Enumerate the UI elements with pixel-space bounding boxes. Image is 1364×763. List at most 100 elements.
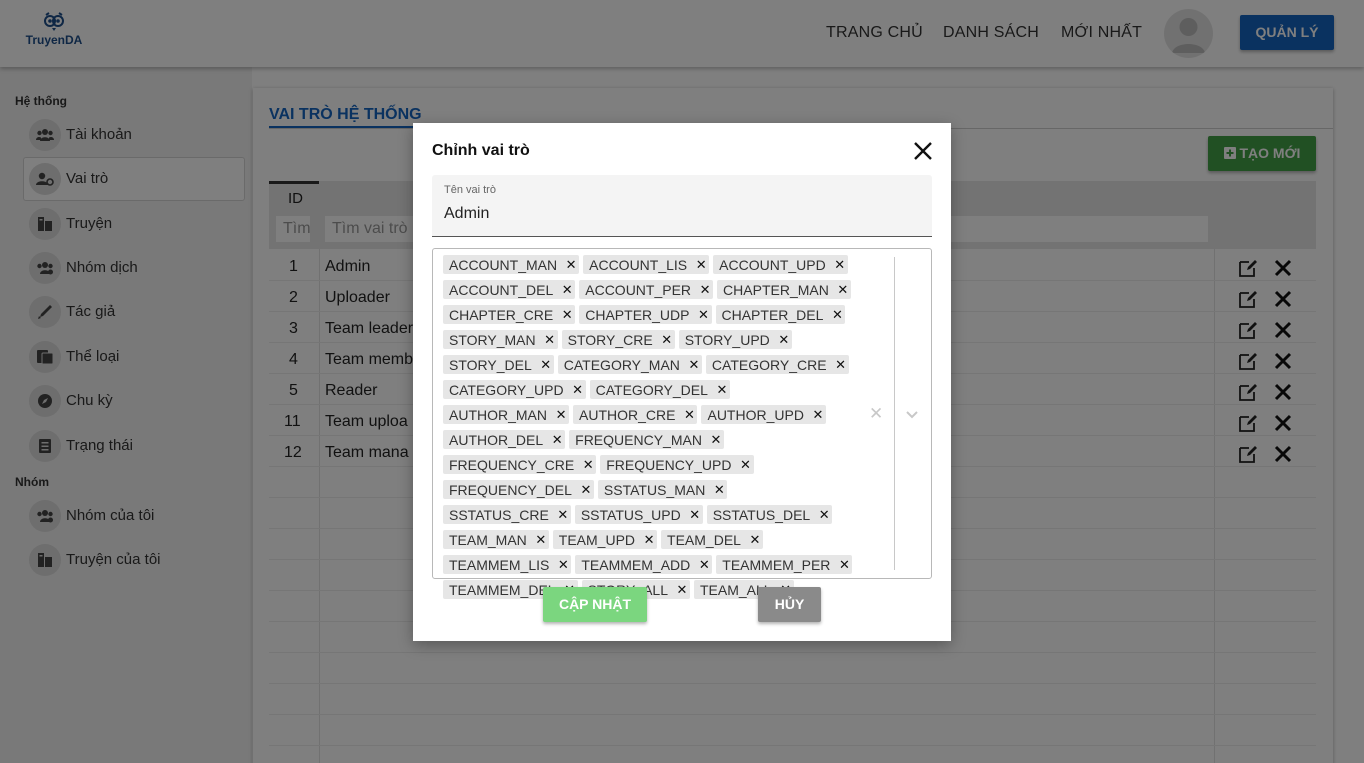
remove-chip-icon[interactable]: ✕	[708, 432, 724, 448]
remove-chip-icon[interactable]: ✕	[711, 482, 727, 498]
permission-chip-label: STORY_MAN	[449, 331, 536, 348]
permission-chip: FREQUENCY_UPD ✕	[600, 455, 754, 474]
remove-chip-icon[interactable]: ✕	[696, 557, 712, 573]
remove-chip-icon[interactable]: ✕	[714, 382, 730, 398]
permission-chip: SSTATUS_DEL ✕	[706, 505, 833, 524]
permission-chip-label: CATEGORY_MAN	[563, 356, 680, 373]
permission-chip-label: TEAM_UPD	[558, 531, 636, 548]
permission-chip-label: STORY_UPD	[684, 331, 770, 348]
permission-chip-label: FREQUENCY_MAN	[575, 431, 702, 448]
permission-chip-label: CHAPTER_MAN	[723, 281, 829, 298]
permission-chip-label: STORY_DEL	[449, 356, 532, 373]
remove-chip-icon[interactable]: ✕	[829, 307, 845, 323]
permission-chip-label: AUTHOR_MAN	[449, 406, 548, 423]
permission-chip-label: CATEGORY_DEL	[595, 381, 708, 398]
remove-chip-icon[interactable]: ✕	[747, 532, 763, 548]
permission-chip: STORY_UPD ✕	[678, 330, 792, 349]
indicator-separator	[894, 257, 895, 570]
permission-chip: ACCOUNT_DEL ✕	[443, 280, 576, 299]
permission-chip: CHAPTER_DEL ✕	[715, 305, 846, 324]
remove-chip-icon[interactable]: ✕	[674, 582, 690, 598]
permission-chip-label: FREQUENCY_CRE	[449, 456, 575, 473]
chevron-down-icon[interactable]	[904, 406, 920, 422]
remove-chip-icon[interactable]: ✕	[555, 557, 571, 573]
permission-chip-label: TEAM_DEL	[667, 531, 741, 548]
update-button[interactable]: CẬP NHẬT	[543, 587, 647, 622]
remove-chip-icon[interactable]: ✕	[696, 307, 712, 323]
permission-chip: FREQUENCY_DEL ✕	[443, 480, 594, 499]
remove-chip-icon[interactable]: ✕	[681, 407, 697, 423]
remove-chip-icon[interactable]: ✕	[570, 382, 586, 398]
permission-chip: TEAMMEM_ADD ✕	[575, 555, 713, 574]
remove-chip-icon[interactable]: ✕	[553, 407, 569, 423]
remove-chip-icon[interactable]: ✕	[538, 357, 554, 373]
remove-chip-icon[interactable]: ✕	[833, 357, 849, 373]
permission-chip-label: TEAM_MAN	[449, 531, 527, 548]
role-name-input[interactable]: Admin	[444, 205, 489, 223]
remove-chip-icon[interactable]: ✕	[580, 457, 596, 473]
permission-chip: CHAPTER_UDP ✕	[579, 305, 712, 324]
permission-chip: STORY_DEL ✕	[443, 355, 554, 374]
permission-chip: STORY_CRE ✕	[561, 330, 675, 349]
permission-chip: TEAMMEM_LIS ✕	[443, 555, 572, 574]
remove-chip-icon[interactable]: ✕	[563, 257, 579, 273]
permission-chip-label: ACCOUNT_MAN	[449, 256, 558, 273]
remove-chip-icon[interactable]: ✕	[832, 257, 848, 273]
remove-chip-icon[interactable]: ✕	[559, 307, 575, 323]
permission-chip-label: FREQUENCY_UPD	[606, 456, 732, 473]
permission-chip-label: TEAMMEM_ADD	[581, 556, 691, 573]
permission-chip-label: TEAMMEM_DEL	[449, 581, 556, 598]
permission-chip-label: CATEGORY_UPD	[449, 381, 564, 398]
permission-chip: FREQUENCY_MAN ✕	[569, 430, 724, 449]
remove-chip-icon[interactable]: ✕	[559, 282, 575, 298]
permission-chip: AUTHOR_CRE ✕	[573, 405, 698, 424]
clear-all-icon[interactable]: ✕	[869, 404, 883, 424]
permission-chip-label: ACCOUNT_PER	[585, 281, 692, 298]
permission-chip: CATEGORY_DEL ✕	[589, 380, 730, 399]
permission-chip-label: SSTATUS_DEL	[712, 506, 811, 523]
permission-chip-label: CHAPTER_UDP	[585, 306, 690, 323]
permission-chip: TEAM_MAN ✕	[443, 530, 549, 549]
cancel-button[interactable]: HỦY	[758, 587, 821, 622]
remove-chip-icon[interactable]: ✕	[578, 482, 594, 498]
remove-chip-icon[interactable]: ✕	[693, 257, 709, 273]
permission-chip-label: STORY_CRE	[567, 331, 653, 348]
remove-chip-icon[interactable]: ✕	[697, 282, 713, 298]
permission-chip: SSTATUS_MAN ✕	[597, 480, 728, 499]
remove-chip-icon[interactable]: ✕	[738, 457, 754, 473]
permission-chip: CATEGORY_CRE ✕	[705, 355, 849, 374]
remove-chip-icon[interactable]: ✕	[836, 557, 852, 573]
permission-chip: AUTHOR_DEL ✕	[443, 430, 566, 449]
remove-chip-icon[interactable]: ✕	[555, 507, 571, 523]
role-name-field[interactable]: Tên vai trò Admin	[432, 175, 932, 237]
remove-chip-icon[interactable]: ✕	[687, 507, 703, 523]
permission-chip: AUTHOR_UPD ✕	[701, 405, 826, 424]
remove-chip-icon[interactable]: ✕	[816, 507, 832, 523]
permission-chip: TEAM_UPD ✕	[552, 530, 658, 549]
permission-chip-label: ACCOUNT_DEL	[449, 281, 554, 298]
remove-chip-icon[interactable]: ✕	[659, 332, 675, 348]
permission-chip-label: SSTATUS_CRE	[449, 506, 549, 523]
close-icon[interactable]	[912, 140, 934, 162]
permission-chip-label: TEAMMEM_LIS	[449, 556, 550, 573]
remove-chip-icon[interactable]: ✕	[641, 532, 657, 548]
permission-chip: CHAPTER_CRE ✕	[443, 305, 576, 324]
remove-chip-icon[interactable]: ✕	[776, 332, 792, 348]
remove-chip-icon[interactable]: ✕	[549, 432, 565, 448]
remove-chip-icon[interactable]: ✕	[542, 332, 558, 348]
dialog-title: Chỉnh vai trò	[432, 142, 530, 159]
permission-chip-label: CHAPTER_DEL	[721, 306, 824, 323]
permissions-multiselect[interactable]: ACCOUNT_MAN ✕ ACCOUNT_LIS ✕ ACCOUNT_UPD ✕ ACCO…	[432, 248, 932, 599]
permission-chip: TEAMMEM_PER ✕	[716, 555, 853, 574]
permission-chip: CHAPTER_MAN ✕	[717, 280, 851, 299]
remove-chip-icon[interactable]: ✕	[686, 357, 702, 373]
permission-chip: CATEGORY_MAN ✕	[557, 355, 702, 374]
permission-chip: FREQUENCY_CRE ✕	[443, 455, 597, 474]
remove-chip-icon[interactable]: ✕	[533, 532, 549, 548]
role-name-label: Tên vai trò	[444, 184, 496, 196]
permission-chip-label: SSTATUS_MAN	[603, 481, 706, 498]
remove-chip-icon[interactable]: ✕	[835, 282, 851, 298]
permission-chip-label: CHAPTER_CRE	[449, 306, 554, 323]
edit-role-dialog: Chỉnh vai trò Tên vai trò Admin ACCOUNT_…	[413, 123, 951, 641]
remove-chip-icon[interactable]: ✕	[810, 407, 826, 423]
